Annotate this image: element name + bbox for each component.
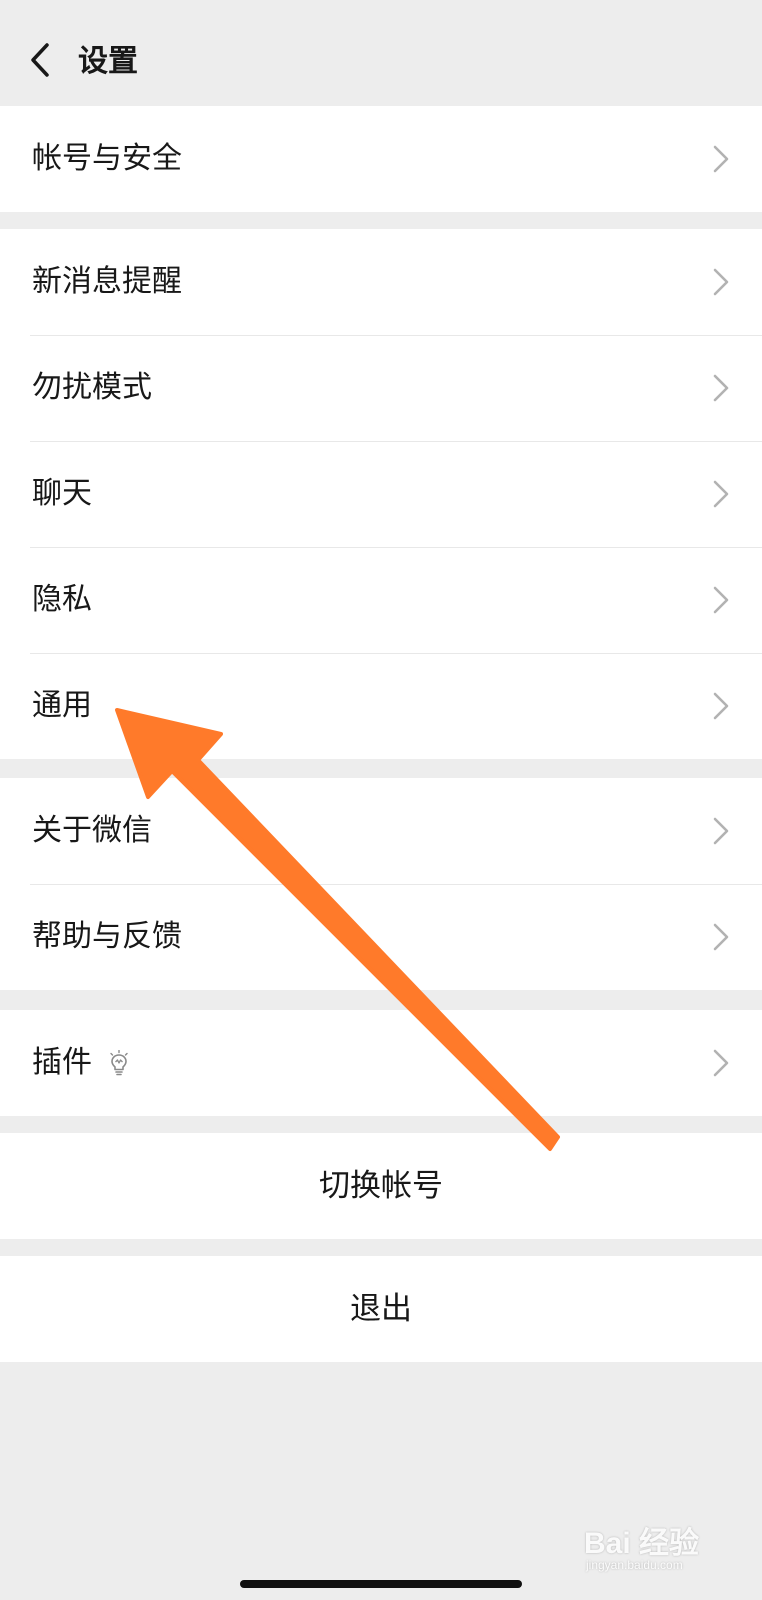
watermark-main-text: Bai 经验 xyxy=(584,1527,700,1560)
settings-item-do-not-disturb[interactable]: 勿扰模式 xyxy=(0,335,762,441)
settings-item-label: 帐号与安全 xyxy=(32,141,182,176)
settings-group-account: 帐号与安全 xyxy=(0,106,762,212)
chevron-right-icon xyxy=(713,145,729,173)
settings-item-general[interactable]: 通用 xyxy=(0,653,762,759)
chevron-left-icon xyxy=(31,43,49,77)
settings-item-label: 新消息提醒 xyxy=(32,264,182,299)
chevron-right-icon xyxy=(713,374,729,402)
logout-button[interactable]: 退出 xyxy=(0,1256,762,1362)
watermark-sub-text: jingyan.baidu.com xyxy=(586,1558,683,1572)
chevron-right-icon xyxy=(713,923,729,951)
settings-item-privacy[interactable]: 隐私 xyxy=(0,547,762,653)
home-indicator[interactable] xyxy=(240,1580,522,1588)
settings-item-label: 勿扰模式 xyxy=(32,370,152,405)
page-title: 设置 xyxy=(78,44,138,79)
settings-item-plugins[interactable]: 插件 xyxy=(0,1010,762,1116)
settings-group-about: 关于微信 帮助与反馈 xyxy=(0,778,762,990)
logout-group: 退出 xyxy=(0,1256,762,1362)
lightbulb-icon xyxy=(108,1050,130,1076)
logout-label: 退出 xyxy=(350,1291,412,1327)
settings-item-label: 聊天 xyxy=(32,476,92,511)
settings-item-help-feedback[interactable]: 帮助与反馈 xyxy=(0,884,762,990)
settings-item-label: 隐私 xyxy=(32,582,92,617)
back-button[interactable] xyxy=(18,38,62,82)
switch-account-button[interactable]: 切换帐号 xyxy=(0,1133,762,1239)
navigation-bar: 设置 xyxy=(0,0,762,106)
settings-group-plugins: 插件 xyxy=(0,1010,762,1116)
chevron-right-icon xyxy=(713,586,729,614)
chevron-right-icon xyxy=(713,692,729,720)
watermark: Bai 经验 jingyan.baidu.com xyxy=(584,1518,734,1578)
settings-item-label: 通用 xyxy=(32,688,92,723)
switch-account-group: 切换帐号 xyxy=(0,1133,762,1239)
chevron-right-icon xyxy=(713,817,729,845)
settings-item-label: 帮助与反馈 xyxy=(32,919,182,954)
settings-item-about-wechat[interactable]: 关于微信 xyxy=(0,778,762,884)
chevron-right-icon xyxy=(713,480,729,508)
settings-group-preferences: 新消息提醒 勿扰模式 聊天 隐私 通用 xyxy=(0,229,762,759)
settings-item-label: 插件 xyxy=(32,1045,92,1080)
settings-item-label: 关于微信 xyxy=(32,813,152,848)
settings-item-notifications[interactable]: 新消息提醒 xyxy=(0,229,762,335)
chevron-right-icon xyxy=(713,1049,729,1077)
chevron-right-icon xyxy=(713,268,729,296)
settings-item-account-security[interactable]: 帐号与安全 xyxy=(0,106,762,212)
switch-account-label: 切换帐号 xyxy=(319,1168,443,1204)
settings-item-chat[interactable]: 聊天 xyxy=(0,441,762,547)
